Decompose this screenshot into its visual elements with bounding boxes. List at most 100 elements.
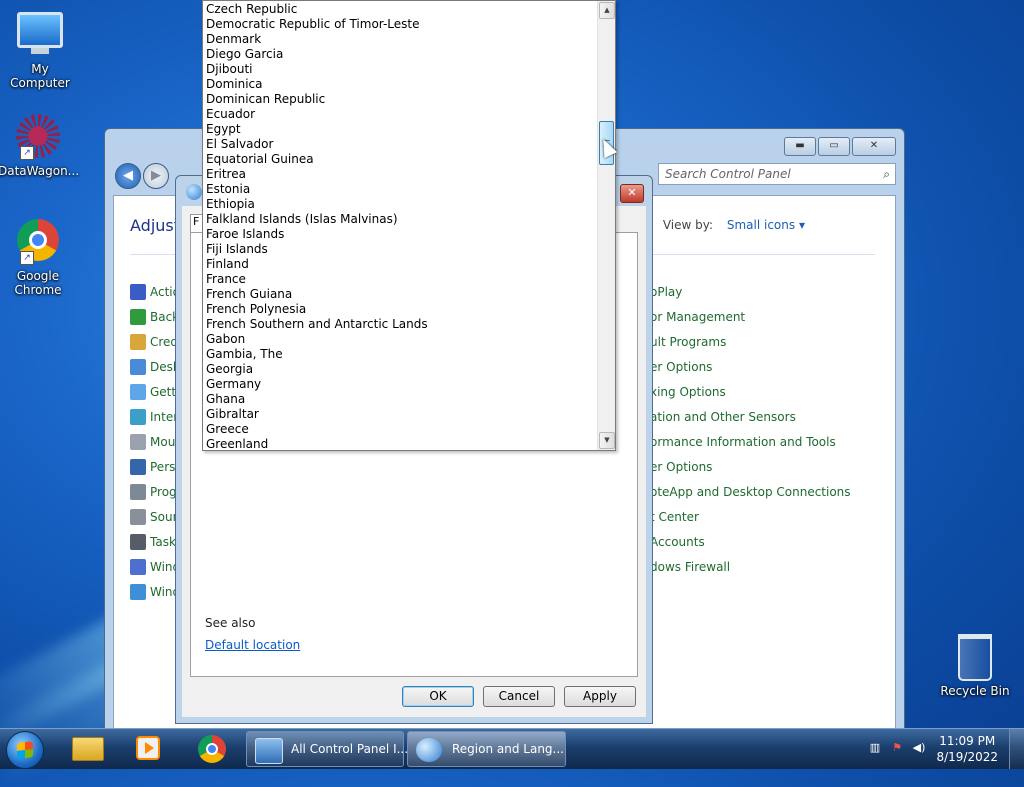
flag-icon — [130, 284, 146, 300]
location-option[interactable]: Dominican Republic — [206, 92, 598, 107]
location-option[interactable]: French Guiana — [206, 287, 598, 302]
location-option[interactable]: Gambia, The — [206, 347, 598, 362]
location-option[interactable]: Fiji Islands — [206, 242, 598, 257]
cp-item-indexing-options[interactable]: xing Options — [650, 385, 726, 399]
location-option[interactable]: Democratic Republic of Timor-Leste — [206, 17, 598, 32]
location-option[interactable]: Ethiopia — [206, 197, 598, 212]
action-center-icon[interactable]: ⚑ — [890, 741, 904, 755]
cp-item-default-programs[interactable]: ult Programs — [650, 335, 726, 349]
location-option[interactable]: Ghana — [206, 392, 598, 407]
cp-item-windows-2[interactable]: Wind — [130, 583, 180, 601]
cp-item-windows-1[interactable]: Wind — [130, 558, 180, 576]
location-dropdown-list[interactable]: Czech Republic Democratic Republic of Tim… — [202, 0, 616, 451]
location-option[interactable]: Ecuador — [206, 107, 598, 122]
cp-item-credential[interactable]: Cred — [130, 333, 178, 351]
scrollbar[interactable]: ▲ ▼ — [597, 1, 615, 450]
maximize-button[interactable]: ▭ — [818, 137, 850, 156]
dialog-close-button[interactable]: ✕ — [620, 184, 644, 203]
globe-icon — [186, 184, 202, 200]
chrome-icon — [198, 735, 226, 763]
cp-item-action-center[interactable]: Actio — [130, 283, 180, 301]
volume-icon[interactable]: ◀) — [912, 741, 926, 755]
desktop-icon-datawagon[interactable]: ↗ DataWagon... — [0, 112, 80, 178]
credential-icon — [130, 334, 146, 350]
cp-item-programs[interactable]: Prog — [130, 483, 177, 501]
cp-item-performance[interactable]: ormance Information and Tools — [650, 435, 836, 449]
task-region-language[interactable]: Region and Lang... — [407, 731, 566, 767]
cp-item-backup[interactable]: Back — [130, 308, 179, 326]
scroll-up-arrow[interactable]: ▲ — [599, 2, 615, 19]
taskbar-icon — [130, 534, 146, 550]
cp-item-sync-center[interactable]: t Center — [650, 510, 699, 524]
location-option[interactable]: Estonia — [206, 182, 598, 197]
location-option[interactable]: Faroe Islands — [206, 227, 598, 242]
location-option[interactable]: Eritrea — [206, 167, 598, 182]
location-option[interactable]: Greece — [206, 422, 598, 437]
location-option[interactable]: Greenland — [206, 437, 598, 450]
search-input[interactable]: Search Control Panel ⌕ — [658, 163, 896, 185]
cp-item-user-accounts[interactable]: Accounts — [650, 535, 705, 549]
cp-item-remoteapp[interactable]: oteApp and Desktop Connections — [650, 485, 851, 499]
location-option[interactable]: French Southern and Antarctic Lands — [206, 317, 598, 332]
cp-item-mouse[interactable]: Mou — [130, 433, 175, 451]
location-option[interactable]: Czech Republic — [206, 2, 598, 17]
cp-item-sound[interactable]: Soun — [130, 508, 180, 526]
pinned-media-player[interactable] — [126, 733, 170, 765]
location-option[interactable]: Denmark — [206, 32, 598, 47]
pinned-chrome[interactable] — [190, 733, 234, 765]
chevron-down-icon: ▾ — [798, 218, 805, 232]
task-label: Region and Lang... — [452, 742, 564, 756]
scroll-down-arrow[interactable]: ▼ — [599, 432, 615, 449]
location-option[interactable]: France — [206, 272, 598, 287]
location-option[interactable]: Dominica — [206, 77, 598, 92]
location-option[interactable]: Germany — [206, 377, 598, 392]
minimize-button[interactable]: ▬ — [784, 137, 816, 156]
location-option[interactable]: Egypt — [206, 122, 598, 137]
show-desktop-button[interactable] — [1009, 729, 1024, 769]
desktop-gadgets-icon — [130, 359, 146, 375]
apply-button[interactable]: Apply — [564, 686, 636, 707]
cp-item-internet[interactable]: Inter — [130, 408, 178, 426]
cp-item-getting-started[interactable]: Getti — [130, 383, 179, 401]
location-option[interactable]: Djibouti — [206, 62, 598, 77]
location-option[interactable]: Falkland Islands (Islas Malvinas) — [206, 212, 598, 227]
start-button[interactable] — [6, 731, 44, 769]
cp-item-folder-options[interactable]: er Options — [650, 360, 712, 374]
internet-options-icon — [130, 409, 146, 425]
cancel-button[interactable]: Cancel — [483, 686, 555, 707]
location-option[interactable]: Georgia — [206, 362, 598, 377]
search-icon[interactable]: ⌕ — [883, 167, 890, 182]
desktop-icon-chrome[interactable]: ↗ Google Chrome — [0, 216, 78, 297]
cp-item-label: Cred — [150, 335, 179, 349]
desktop-icon-label: DataWagon... — [0, 164, 80, 178]
desktop-icon-my-computer[interactable]: My Computer — [0, 8, 80, 90]
cp-item-taskbar[interactable]: Task — [130, 533, 176, 551]
cp-item-autoplay[interactable]: oPlay — [650, 285, 682, 299]
location-option[interactable]: French Polynesia — [206, 302, 598, 317]
cp-item-color-management[interactable]: or Management — [650, 310, 745, 324]
taskbar: All Control Panel I... Region and Lang..… — [0, 728, 1024, 769]
cp-item-location-sensors[interactable]: ation and Other Sensors — [650, 410, 796, 424]
view-by-dropdown[interactable]: Small icons ▾ — [727, 218, 805, 232]
location-option[interactable]: Gabon — [206, 332, 598, 347]
location-option[interactable]: El Salvador — [206, 137, 598, 152]
desktop-icon-recycle-bin[interactable]: Recycle Bin — [935, 630, 1015, 698]
cp-item-power-options[interactable]: er Options — [650, 460, 712, 474]
task-control-panel[interactable]: All Control Panel I... — [246, 731, 408, 767]
location-option[interactable]: Diego Garcia — [206, 47, 598, 62]
cp-item-desktop[interactable]: Desk — [130, 358, 180, 376]
location-option[interactable]: Gibraltar — [206, 407, 598, 422]
network-icon[interactable]: ▥ — [868, 741, 882, 755]
location-option[interactable]: Finland — [206, 257, 598, 272]
control-panel-icon — [255, 738, 283, 764]
cp-item-windows-firewall[interactable]: dows Firewall — [650, 560, 730, 574]
page-title: Adjust — [130, 216, 181, 235]
back-button[interactable]: ◀ — [115, 163, 141, 189]
location-option[interactable]: Equatorial Guinea — [206, 152, 598, 167]
pinned-explorer[interactable] — [66, 733, 110, 765]
close-button[interactable]: ✕ — [852, 137, 896, 156]
ok-button[interactable]: OK — [402, 686, 474, 707]
clock[interactable]: 11:09 PM 8/19/2022 — [936, 733, 998, 765]
forward-button[interactable]: ▶ — [143, 163, 169, 189]
default-location-link[interactable]: Default location — [205, 638, 300, 652]
